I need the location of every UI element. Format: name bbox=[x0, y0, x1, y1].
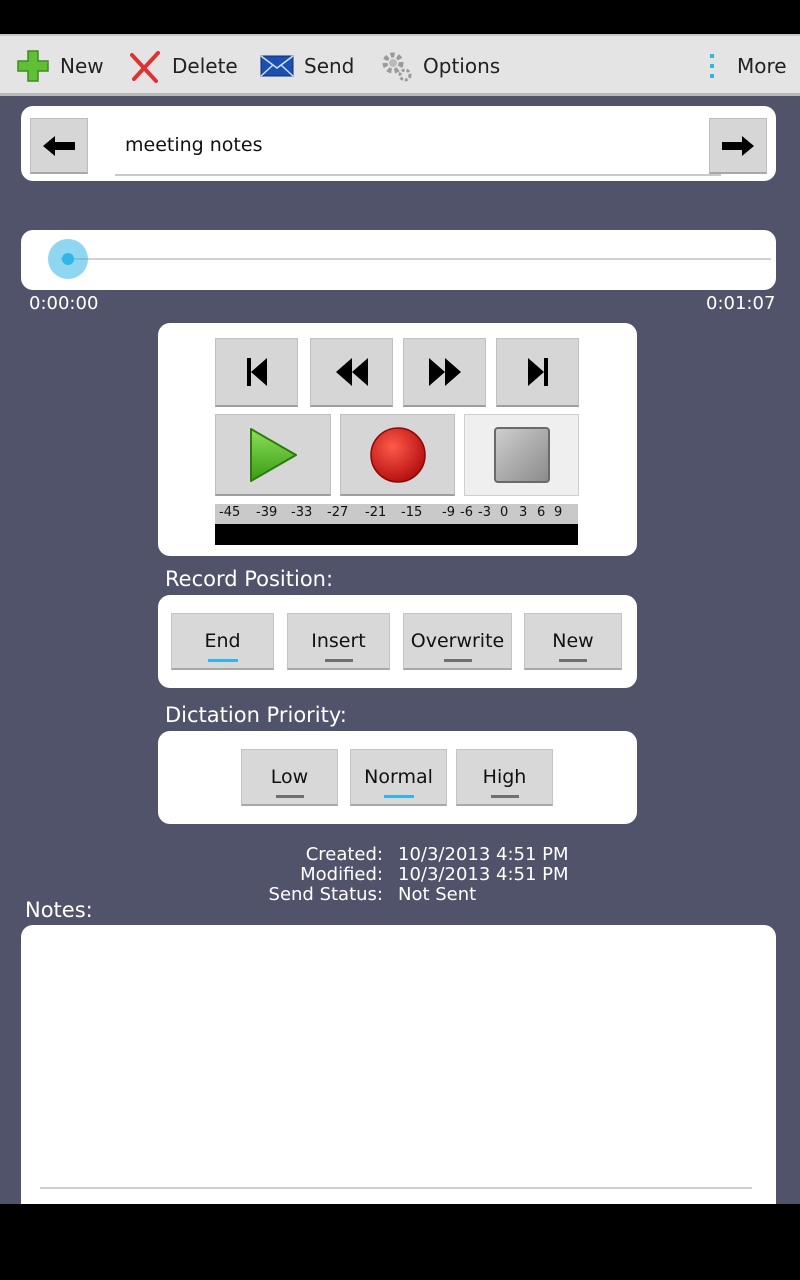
meter-tick-label: 0 bbox=[500, 505, 509, 520]
skip-end-icon bbox=[527, 358, 548, 386]
plus-icon bbox=[16, 49, 50, 83]
priority-option-label: Low bbox=[270, 766, 309, 788]
created-label: Created: bbox=[305, 844, 383, 865]
skip-to-end-button[interactable] bbox=[496, 338, 579, 407]
previous-dictation-button[interactable] bbox=[30, 118, 88, 174]
overflow-menu-icon bbox=[704, 49, 720, 83]
selected-indicator bbox=[207, 659, 238, 662]
record-position-option-label: End bbox=[204, 630, 241, 652]
skip-start-icon bbox=[246, 358, 267, 386]
record-button[interactable] bbox=[340, 414, 455, 496]
meter-tick-label: 9 bbox=[554, 505, 563, 520]
new-button[interactable]: New bbox=[16, 36, 104, 95]
seek-thumb[interactable] bbox=[48, 239, 88, 279]
skip-to-start-button[interactable] bbox=[215, 338, 298, 407]
notes-textarea[interactable] bbox=[21, 925, 776, 1215]
selected-indicator bbox=[383, 795, 414, 798]
record-position-option-label: Overwrite bbox=[410, 630, 505, 652]
unselected-indicator bbox=[559, 659, 587, 662]
send-label: Send bbox=[304, 53, 355, 78]
unselected-indicator bbox=[443, 659, 472, 662]
info-values: 10/3/2013 4:51 PM 10/3/2013 4:51 PM Not … bbox=[398, 845, 618, 905]
priority-card: Low Normal High bbox=[158, 731, 637, 824]
navigation-bar bbox=[0, 1204, 800, 1280]
options-button[interactable]: Options bbox=[379, 36, 500, 95]
record-position-insert-button[interactable]: Insert bbox=[287, 613, 390, 670]
priority-low-button[interactable]: Low bbox=[241, 749, 338, 806]
meter-tick-label: -9 bbox=[442, 505, 455, 520]
title-card: meeting notes bbox=[21, 106, 776, 181]
stop-button[interactable] bbox=[464, 414, 579, 496]
unselected-indicator bbox=[275, 795, 304, 798]
meter-tick-label: -15 bbox=[401, 505, 423, 520]
stop-icon bbox=[493, 427, 550, 483]
current-time: 0:00:00 bbox=[29, 293, 99, 314]
level-meter-scale: -45 -39 -33 -27 -21 -15 -9 -6 -3 0 3 6 9 bbox=[215, 504, 578, 524]
meter-tick-label: 6 bbox=[537, 505, 546, 520]
meter-tick-label: -39 bbox=[256, 505, 278, 520]
delete-button[interactable]: Delete bbox=[128, 36, 238, 95]
priority-normal-button[interactable]: Normal bbox=[350, 749, 447, 806]
created-value: 10/3/2013 4:51 PM bbox=[398, 844, 569, 865]
send-status-label: Send Status: bbox=[268, 884, 383, 905]
fast-forward-button[interactable] bbox=[403, 338, 486, 407]
modified-value: 10/3/2013 4:51 PM bbox=[398, 864, 569, 885]
modified-label: Modified: bbox=[300, 864, 383, 885]
more-label: More bbox=[737, 53, 787, 78]
meter-tick-label: -6 bbox=[460, 505, 473, 520]
gear-icon bbox=[379, 49, 413, 83]
unselected-indicator bbox=[490, 795, 519, 798]
record-position-new-button[interactable]: New bbox=[524, 613, 622, 670]
seek-card bbox=[21, 230, 776, 290]
record-position-end-button[interactable]: End bbox=[171, 613, 274, 670]
send-button[interactable]: Send bbox=[260, 36, 354, 95]
meter-tick-label: 3 bbox=[519, 505, 528, 520]
play-button[interactable] bbox=[215, 414, 331, 496]
notes-underline bbox=[40, 1187, 752, 1189]
new-label: New bbox=[60, 53, 104, 78]
options-label: Options bbox=[423, 53, 501, 78]
priority-option-label: Normal bbox=[364, 766, 433, 788]
status-bar bbox=[0, 0, 800, 34]
record-position-card: End Insert Overwrite New bbox=[158, 595, 637, 688]
unselected-indicator bbox=[324, 659, 353, 662]
notes-heading: Notes: bbox=[25, 898, 93, 922]
next-dictation-button[interactable] bbox=[709, 118, 767, 174]
play-icon bbox=[250, 427, 297, 482]
info-labels: Created: Modified: Send Status: bbox=[200, 845, 383, 905]
main-content: meeting notes 0:00:00 0:01:07 -45 -39 -3… bbox=[0, 96, 800, 1215]
more-button[interactable]: More bbox=[704, 36, 787, 95]
priority-option-label: High bbox=[482, 766, 527, 788]
meter-tick-label: -27 bbox=[327, 505, 349, 520]
envelope-icon bbox=[260, 49, 294, 83]
arrow-right-icon bbox=[722, 135, 754, 156]
rewind-button[interactable] bbox=[310, 338, 393, 407]
meter-tick-label: -21 bbox=[365, 505, 387, 520]
priority-high-button[interactable]: High bbox=[456, 749, 553, 806]
record-icon bbox=[369, 426, 426, 483]
record-position-overwrite-button[interactable]: Overwrite bbox=[403, 613, 512, 670]
send-status-value: Not Sent bbox=[398, 884, 477, 905]
arrow-left-icon bbox=[43, 135, 75, 156]
total-time: 0:01:07 bbox=[706, 293, 776, 314]
meter-tick-label: -3 bbox=[478, 505, 491, 520]
dictation-title-input[interactable]: meeting notes bbox=[115, 118, 721, 176]
delete-x-icon bbox=[128, 49, 162, 83]
fast-forward-icon bbox=[428, 358, 461, 386]
transport-card: -45 -39 -33 -27 -21 -15 -9 -6 -3 0 3 6 9 bbox=[158, 323, 637, 556]
rewind-icon bbox=[335, 358, 368, 386]
record-position-option-label: New bbox=[552, 630, 594, 652]
meter-tick-label: -33 bbox=[291, 505, 313, 520]
record-position-heading: Record Position: bbox=[165, 567, 334, 591]
priority-heading: Dictation Priority: bbox=[165, 703, 347, 727]
level-meter-bar bbox=[215, 524, 578, 545]
meter-tick-label: -45 bbox=[219, 505, 241, 520]
action-bar: New Delete Send Options More bbox=[0, 34, 800, 96]
record-position-option-label: Insert bbox=[311, 630, 366, 652]
delete-label: Delete bbox=[172, 53, 238, 78]
seek-track[interactable] bbox=[61, 258, 771, 260]
